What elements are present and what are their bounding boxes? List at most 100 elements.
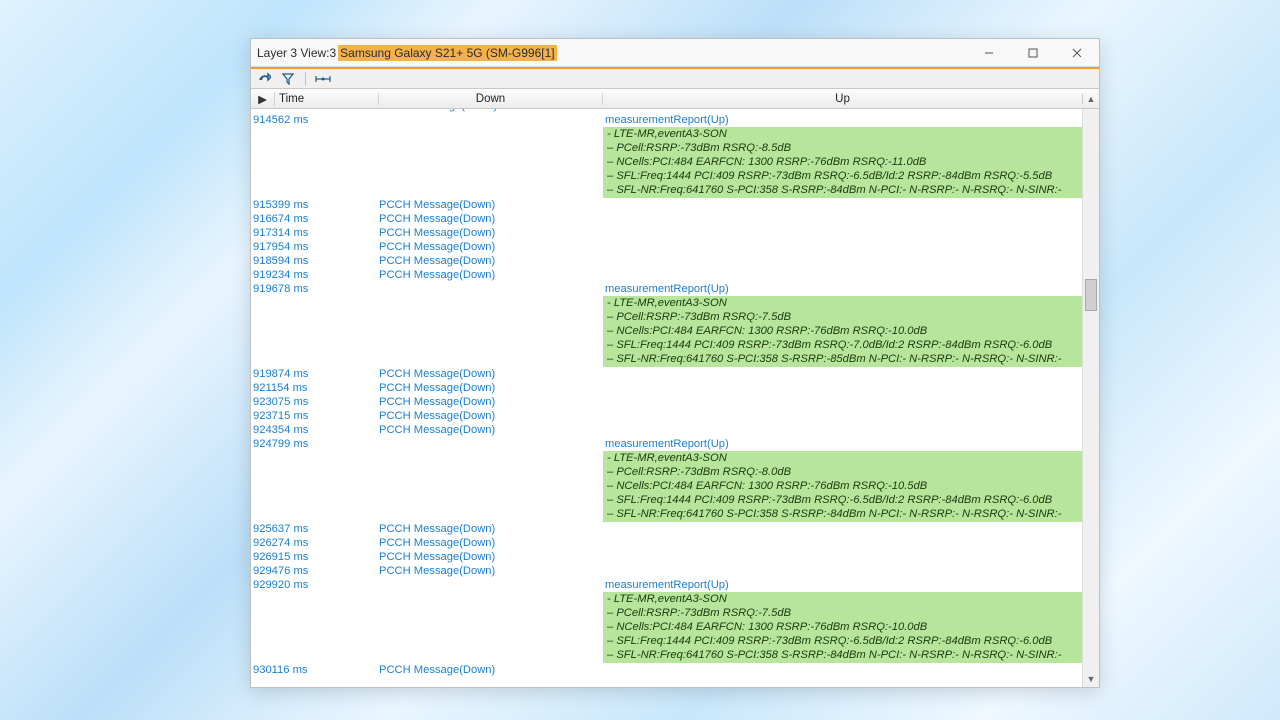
time-cell: 923715 ms [251, 409, 379, 423]
down-cell: PCCH Message(Down) [379, 409, 603, 423]
log-row[interactable]: 925637 msPCCH Message(Down) [251, 522, 1082, 536]
mr-line: - LTE-MR,eventA3-SON [607, 592, 1078, 606]
log-row[interactable]: 929920 ms measurementReport(Up)- LTE-MR,e… [251, 578, 1082, 663]
maximize-button[interactable] [1011, 39, 1055, 67]
time-cell: 930116 ms [251, 663, 379, 677]
mr-line: – SFL:Freq:1444 PCI:409 RSRP:-73dBm RSRQ… [607, 634, 1078, 648]
down-cell: PCCH Message(Down) [379, 395, 603, 409]
window-title-device: Samsung Galaxy S21+ 5G (SM-G996[1] [338, 45, 556, 61]
down-cell: PCCH Message(Down) [379, 536, 603, 550]
mr-line: – SFL:Freq:1444 PCI:409 RSRP:-73dBm RSRQ… [607, 338, 1078, 352]
minimize-button[interactable] [967, 39, 1011, 67]
window-title-prefix: Layer 3 View:3 [257, 46, 338, 60]
down-cell: PCCH Message(Down) [379, 663, 603, 677]
log-row[interactable]: 917314 msPCCH Message(Down) [251, 226, 1082, 240]
app-window: Layer 3 View:3 Samsung Galaxy S21+ 5G (S… [250, 38, 1100, 688]
time-cell: 919874 ms [251, 367, 379, 381]
down-cell: PCCH Message(Down) [379, 381, 603, 395]
down-cell: PCCH Message(Down) [379, 564, 603, 578]
filter-icon[interactable] [279, 71, 297, 87]
mr-line: - LTE-MR,eventA3-SON [607, 451, 1078, 465]
range-icon[interactable] [314, 71, 332, 87]
time-cell: 919234 ms [251, 268, 379, 282]
log-row[interactable]: 916674 msPCCH Message(Down) [251, 212, 1082, 226]
play-icon[interactable]: ▶ [251, 92, 275, 106]
up-message-title: measurementReport(Up) [603, 437, 1082, 451]
log-row[interactable]: 924799 ms measurementReport(Up)- LTE-MR,e… [251, 437, 1082, 522]
down-cell: PCCH Message(Down) [379, 212, 603, 226]
down-cell: PCCH Message(Down) [379, 423, 603, 437]
time-cell: 926274 ms [251, 536, 379, 550]
window-buttons [967, 39, 1099, 67]
mr-line: – SFL:Freq:1444 PCI:409 RSRP:-73dBm RSRQ… [607, 493, 1078, 507]
log-row[interactable]: 919874 msPCCH Message(Down) [251, 367, 1082, 381]
log-row[interactable]: 914562 msmeasurementReport(Up)- LTE-MR,e… [251, 113, 1082, 198]
mr-line: – NCells:PCI:484 EARFCN: 1300 RSRP:-76dB… [607, 620, 1078, 634]
vertical-scrollbar[interactable]: ▼ [1082, 109, 1099, 687]
time-cell: 925637 ms [251, 522, 379, 536]
down-cell: PCCH Message(Down) [379, 268, 603, 282]
log-row[interactable]: 924354 msPCCH Message(Down) [251, 423, 1082, 437]
scroll-up-icon[interactable]: ▲ [1082, 94, 1099, 104]
time-cell: 921154 ms [251, 381, 379, 395]
log-row[interactable]: 929476 msPCCH Message(Down) [251, 564, 1082, 578]
mr-line: – SFL-NR:Freq:641760 S-PCI:358 S-RSRP:-8… [607, 648, 1078, 662]
mr-line: - LTE-MR,eventA3-SON [607, 127, 1078, 141]
mr-line: – NCells:PCI:484 EARFCN: 1300 RSRP:-76dB… [607, 155, 1078, 169]
col-up[interactable]: Up [603, 93, 1082, 105]
log-row[interactable]: 918594 msPCCH Message(Down) [251, 254, 1082, 268]
log-row[interactable]: 917954 msPCCH Message(Down) [251, 240, 1082, 254]
log-row[interactable]: 926915 msPCCH Message(Down) [251, 550, 1082, 564]
log-row[interactable]: 930116 msPCCH Message(Down) [251, 663, 1082, 677]
log-row[interactable]: 926274 msPCCH Message(Down) [251, 536, 1082, 550]
measurement-report: - LTE-MR,eventA3-SON– PCell:RSRP:-73dBm … [603, 296, 1082, 367]
mr-line: – PCell:RSRP:-73dBm RSRQ:-8.0dB [607, 465, 1078, 479]
time-cell: 926915 ms [251, 550, 379, 564]
time-cell: 915399 ms [251, 198, 379, 212]
log-row[interactable]: 923715 msPCCH Message(Down) [251, 409, 1082, 423]
log-row[interactable]: 919234 msPCCH Message(Down) [251, 268, 1082, 282]
down-cell: PCCH Message(Down) [379, 522, 603, 536]
mr-line: – PCell:RSRP:-73dBm RSRQ:-7.5dB [607, 606, 1078, 620]
redo-icon[interactable] [255, 71, 273, 87]
time-cell: 916674 ms [251, 212, 379, 226]
col-time[interactable]: Time [275, 93, 379, 105]
time-cell: 918594 ms [251, 254, 379, 268]
down-cell: PCCH Message(Down) [379, 198, 603, 212]
col-down[interactable]: Down [379, 93, 603, 105]
titlebar[interactable]: Layer 3 View:3 Samsung Galaxy S21+ 5G (S… [251, 39, 1099, 67]
up-cell: measurementReport(Up)- LTE-MR,eventA3-SO… [603, 113, 1082, 198]
time-cell: 923075 ms [251, 395, 379, 409]
mr-line: - LTE-MR,eventA3-SON [607, 296, 1078, 310]
time-cell: 929920 ms [251, 578, 379, 592]
scrollbar-thumb[interactable] [1085, 279, 1097, 311]
measurement-report: - LTE-MR,eventA3-SON– PCell:RSRP:-73dBm … [603, 592, 1082, 663]
log-row[interactable]: 923075 msPCCH Message(Down) [251, 395, 1082, 409]
up-message-title: measurementReport(Up) [603, 113, 1082, 127]
mr-line: – PCell:RSRP:-73dBm RSRQ:-7.5dB [607, 310, 1078, 324]
up-message-title: measurementReport(Up) [603, 282, 1082, 296]
scroll-down-icon[interactable]: ▼ [1083, 670, 1099, 687]
mr-line: – SFL:Freq:1444 PCI:409 RSRP:-73dBm RSRQ… [607, 169, 1078, 183]
time-cell: 917314 ms [251, 226, 379, 240]
mr-line: – SFL-NR:Freq:641760 S-PCI:358 S-RSRP:-8… [607, 183, 1078, 197]
toolbar-separator [305, 72, 306, 86]
log-row[interactable]: 919678 ms measurementReport(Up)- LTE-MR,e… [251, 282, 1082, 367]
column-header: ▶ Time Down Up ▲ [251, 89, 1099, 109]
log-row[interactable]: 915399 msPCCH Message(Down) [251, 198, 1082, 212]
down-cell: PCCH Message(Down) [379, 367, 603, 381]
down-cell: PCCH Message(Down) [379, 254, 603, 268]
down-cell: PCCH Message(Down) [379, 550, 603, 564]
close-button[interactable] [1055, 39, 1099, 67]
time-cell: 924799 ms [251, 437, 379, 451]
log-row[interactable]: 921154 msPCCH Message(Down) [251, 381, 1082, 395]
message-list[interactable]: PCCH Message(Down) 914562 msmeasurementR… [251, 109, 1082, 687]
time-cell: 919678 ms [251, 282, 379, 296]
mr-line: – SFL-NR:Freq:641760 S-PCI:358 S-RSRP:-8… [607, 352, 1078, 366]
up-cell: measurementReport(Up)- LTE-MR,eventA3-SO… [603, 578, 1082, 663]
down-cell: PCCH Message(Down) [379, 226, 603, 240]
measurement-report: - LTE-MR,eventA3-SON– PCell:RSRP:-73dBm … [603, 127, 1082, 198]
mr-line: – NCells:PCI:484 EARFCN: 1300 RSRP:-76dB… [607, 324, 1078, 338]
toolbar [251, 69, 1099, 89]
mr-line: – SFL-NR:Freq:641760 S-PCI:358 S-RSRP:-8… [607, 507, 1078, 521]
